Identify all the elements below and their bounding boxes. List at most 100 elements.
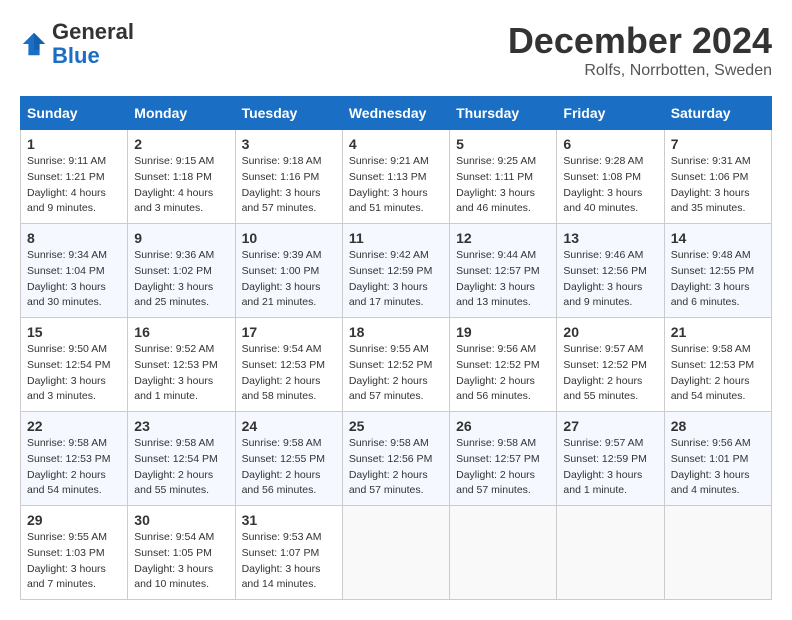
calendar-day-cell: 6 Sunrise: 9:28 AMSunset: 1:08 PMDayligh… — [557, 130, 664, 224]
logo-icon — [20, 30, 48, 58]
calendar-day-cell: 14 Sunrise: 9:48 AMSunset: 12:55 PMDayli… — [664, 224, 771, 318]
calendar-day-cell: 20 Sunrise: 9:57 AMSunset: 12:52 PMDayli… — [557, 318, 664, 412]
day-number: 16 — [134, 324, 228, 340]
day-number: 24 — [242, 418, 336, 434]
day-number: 22 — [27, 418, 121, 434]
calendar-day-cell: 26 Sunrise: 9:58 AMSunset: 12:57 PMDayli… — [450, 412, 557, 506]
day-info: Sunrise: 9:57 AMSunset: 12:52 PMDaylight… — [563, 342, 657, 405]
day-number: 14 — [671, 230, 765, 246]
weekday-header: Friday — [557, 97, 664, 130]
day-info: Sunrise: 9:52 AMSunset: 12:53 PMDaylight… — [134, 342, 228, 405]
day-info: Sunrise: 9:50 AMSunset: 12:54 PMDaylight… — [27, 342, 121, 405]
logo-general: General — [52, 19, 134, 44]
calendar-day-cell: 11 Sunrise: 9:42 AMSunset: 12:59 PMDayli… — [342, 224, 449, 318]
weekday-header: Saturday — [664, 97, 771, 130]
header-row: SundayMondayTuesdayWednesdayThursdayFrid… — [21, 97, 772, 130]
calendar-week-row: 1 Sunrise: 9:11 AMSunset: 1:21 PMDayligh… — [21, 130, 772, 224]
day-info: Sunrise: 9:36 AMSunset: 1:02 PMDaylight:… — [134, 248, 228, 311]
day-number: 12 — [456, 230, 550, 246]
logo-blue: Blue — [52, 43, 100, 68]
calendar-day-cell: 4 Sunrise: 9:21 AMSunset: 1:13 PMDayligh… — [342, 130, 449, 224]
day-info: Sunrise: 9:25 AMSunset: 1:11 PMDaylight:… — [456, 154, 550, 217]
calendar-day-cell: 18 Sunrise: 9:55 AMSunset: 12:52 PMDayli… — [342, 318, 449, 412]
calendar-day-cell: 23 Sunrise: 9:58 AMSunset: 12:54 PMDayli… — [128, 412, 235, 506]
day-info: Sunrise: 9:54 AMSunset: 12:53 PMDaylight… — [242, 342, 336, 405]
calendar-day-cell: 21 Sunrise: 9:58 AMSunset: 12:53 PMDayli… — [664, 318, 771, 412]
day-number: 10 — [242, 230, 336, 246]
day-number: 11 — [349, 230, 443, 246]
calendar-day-cell: 27 Sunrise: 9:57 AMSunset: 12:59 PMDayli… — [557, 412, 664, 506]
day-info: Sunrise: 9:21 AMSunset: 1:13 PMDaylight:… — [349, 154, 443, 217]
day-number: 26 — [456, 418, 550, 434]
day-number: 19 — [456, 324, 550, 340]
day-number: 28 — [671, 418, 765, 434]
day-number: 13 — [563, 230, 657, 246]
calendar-day-cell — [342, 506, 449, 600]
calendar-day-cell: 16 Sunrise: 9:52 AMSunset: 12:53 PMDayli… — [128, 318, 235, 412]
calendar-day-cell: 17 Sunrise: 9:54 AMSunset: 12:53 PMDayli… — [235, 318, 342, 412]
day-info: Sunrise: 9:46 AMSunset: 12:56 PMDaylight… — [563, 248, 657, 311]
calendar-day-cell: 13 Sunrise: 9:46 AMSunset: 12:56 PMDayli… — [557, 224, 664, 318]
calendar-week-row: 15 Sunrise: 9:50 AMSunset: 12:54 PMDayli… — [21, 318, 772, 412]
weekday-header: Thursday — [450, 97, 557, 130]
calendar-day-cell — [664, 506, 771, 600]
day-info: Sunrise: 9:18 AMSunset: 1:16 PMDaylight:… — [242, 154, 336, 217]
calendar-day-cell: 22 Sunrise: 9:58 AMSunset: 12:53 PMDayli… — [21, 412, 128, 506]
day-number: 3 — [242, 136, 336, 152]
calendar-day-cell: 8 Sunrise: 9:34 AMSunset: 1:04 PMDayligh… — [21, 224, 128, 318]
day-info: Sunrise: 9:58 AMSunset: 12:53 PMDaylight… — [671, 342, 765, 405]
calendar-day-cell: 12 Sunrise: 9:44 AMSunset: 12:57 PMDayli… — [450, 224, 557, 318]
day-number: 9 — [134, 230, 228, 246]
day-info: Sunrise: 9:58 AMSunset: 12:55 PMDaylight… — [242, 436, 336, 499]
day-number: 27 — [563, 418, 657, 434]
day-info: Sunrise: 9:55 AMSunset: 1:03 PMDaylight:… — [27, 530, 121, 593]
calendar-week-row: 29 Sunrise: 9:55 AMSunset: 1:03 PMDaylig… — [21, 506, 772, 600]
day-number: 31 — [242, 512, 336, 528]
day-number: 1 — [27, 136, 121, 152]
day-info: Sunrise: 9:56 AMSunset: 12:52 PMDaylight… — [456, 342, 550, 405]
calendar-day-cell — [557, 506, 664, 600]
calendar-day-cell: 7 Sunrise: 9:31 AMSunset: 1:06 PMDayligh… — [664, 130, 771, 224]
day-number: 21 — [671, 324, 765, 340]
day-number: 18 — [349, 324, 443, 340]
calendar-day-cell: 9 Sunrise: 9:36 AMSunset: 1:02 PMDayligh… — [128, 224, 235, 318]
calendar-day-cell: 24 Sunrise: 9:58 AMSunset: 12:55 PMDayli… — [235, 412, 342, 506]
calendar-day-cell: 5 Sunrise: 9:25 AMSunset: 1:11 PMDayligh… — [450, 130, 557, 224]
weekday-header: Wednesday — [342, 97, 449, 130]
day-info: Sunrise: 9:58 AMSunset: 12:53 PMDaylight… — [27, 436, 121, 499]
calendar-title: December 2024 — [508, 20, 772, 62]
calendar-day-cell: 15 Sunrise: 9:50 AMSunset: 12:54 PMDayli… — [21, 318, 128, 412]
calendar-day-cell: 1 Sunrise: 9:11 AMSunset: 1:21 PMDayligh… — [21, 130, 128, 224]
day-info: Sunrise: 9:42 AMSunset: 12:59 PMDaylight… — [349, 248, 443, 311]
day-info: Sunrise: 9:48 AMSunset: 12:55 PMDaylight… — [671, 248, 765, 311]
day-info: Sunrise: 9:58 AMSunset: 12:54 PMDaylight… — [134, 436, 228, 499]
calendar-day-cell: 19 Sunrise: 9:56 AMSunset: 12:52 PMDayli… — [450, 318, 557, 412]
calendar-body: 1 Sunrise: 9:11 AMSunset: 1:21 PMDayligh… — [21, 130, 772, 600]
day-info: Sunrise: 9:54 AMSunset: 1:05 PMDaylight:… — [134, 530, 228, 593]
day-info: Sunrise: 9:34 AMSunset: 1:04 PMDaylight:… — [27, 248, 121, 311]
day-info: Sunrise: 9:31 AMSunset: 1:06 PMDaylight:… — [671, 154, 765, 217]
calendar-day-cell: 3 Sunrise: 9:18 AMSunset: 1:16 PMDayligh… — [235, 130, 342, 224]
day-info: Sunrise: 9:39 AMSunset: 1:00 PMDaylight:… — [242, 248, 336, 311]
calendar-subtitle: Rolfs, Norrbotten, Sweden — [508, 62, 772, 80]
day-number: 6 — [563, 136, 657, 152]
day-number: 30 — [134, 512, 228, 528]
logo: General Blue — [20, 20, 134, 68]
day-number: 5 — [456, 136, 550, 152]
day-number: 2 — [134, 136, 228, 152]
day-info: Sunrise: 9:55 AMSunset: 12:52 PMDaylight… — [349, 342, 443, 405]
logo-text: General Blue — [52, 20, 134, 68]
calendar-day-cell: 25 Sunrise: 9:58 AMSunset: 12:56 PMDayli… — [342, 412, 449, 506]
calendar-day-cell — [450, 506, 557, 600]
calendar-day-cell: 30 Sunrise: 9:54 AMSunset: 1:05 PMDaylig… — [128, 506, 235, 600]
title-section: December 2024 Rolfs, Norrbotten, Sweden — [508, 20, 772, 80]
day-number: 8 — [27, 230, 121, 246]
calendar-day-cell: 10 Sunrise: 9:39 AMSunset: 1:00 PMDaylig… — [235, 224, 342, 318]
day-number: 29 — [27, 512, 121, 528]
day-info: Sunrise: 9:28 AMSunset: 1:08 PMDaylight:… — [563, 154, 657, 217]
calendar-header: SundayMondayTuesdayWednesdayThursdayFrid… — [21, 97, 772, 130]
day-info: Sunrise: 9:58 AMSunset: 12:57 PMDaylight… — [456, 436, 550, 499]
day-info: Sunrise: 9:57 AMSunset: 12:59 PMDaylight… — [563, 436, 657, 499]
weekday-header: Sunday — [21, 97, 128, 130]
day-number: 23 — [134, 418, 228, 434]
